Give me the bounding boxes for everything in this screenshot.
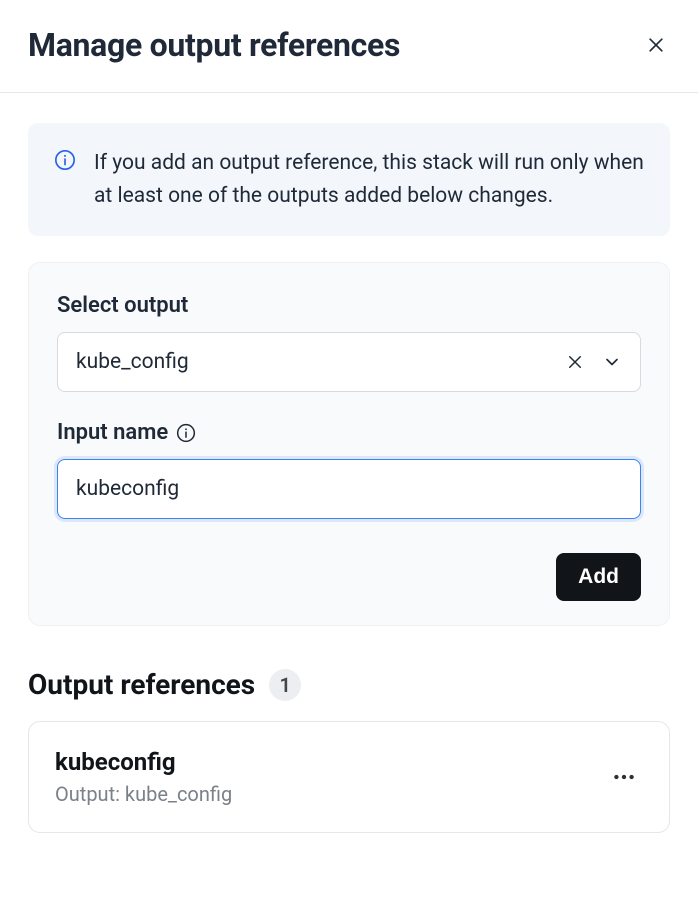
info-text: If you add an output reference, this sta… (94, 147, 644, 212)
output-references-header: Output references 1 (28, 668, 670, 701)
reference-name: kubeconfig (55, 748, 232, 776)
form-panel: Select output kube_config Input name (28, 262, 670, 626)
select-output-label: Select output (57, 293, 641, 318)
info-icon[interactable] (176, 423, 196, 443)
input-name-field[interactable] (76, 477, 622, 501)
input-name-label-text: Input name (57, 420, 168, 445)
chevron-down-icon (602, 352, 622, 372)
more-horizontal-icon (611, 764, 637, 790)
reference-output-label: Output: kube_config (55, 782, 232, 806)
input-name-field-wrapper (57, 459, 641, 519)
reference-card: kubeconfig Output: kube_config (28, 721, 670, 833)
select-output-label-text: Select output (57, 293, 188, 318)
dialog-title: Manage output references (28, 26, 400, 64)
add-button[interactable]: Add (556, 553, 641, 601)
info-banner: If you add an output reference, this sta… (28, 123, 670, 236)
dialog-header: Manage output references (0, 0, 698, 93)
reference-more-button[interactable] (605, 758, 643, 796)
close-icon (646, 35, 666, 55)
dropdown-toggle[interactable] (602, 352, 622, 372)
clear-select-button[interactable] (566, 353, 584, 371)
reference-card-text: kubeconfig Output: kube_config (55, 748, 232, 806)
close-button[interactable] (642, 31, 670, 59)
info-icon (54, 149, 76, 171)
select-output-dropdown[interactable]: kube_config (57, 332, 641, 392)
select-output-value: kube_config (76, 350, 566, 374)
references-count-badge: 1 (269, 669, 301, 701)
dialog-content: If you add an output reference, this sta… (0, 93, 698, 861)
input-name-label: Input name (57, 420, 641, 445)
close-icon (566, 353, 584, 371)
output-references-heading: Output references (28, 668, 255, 701)
